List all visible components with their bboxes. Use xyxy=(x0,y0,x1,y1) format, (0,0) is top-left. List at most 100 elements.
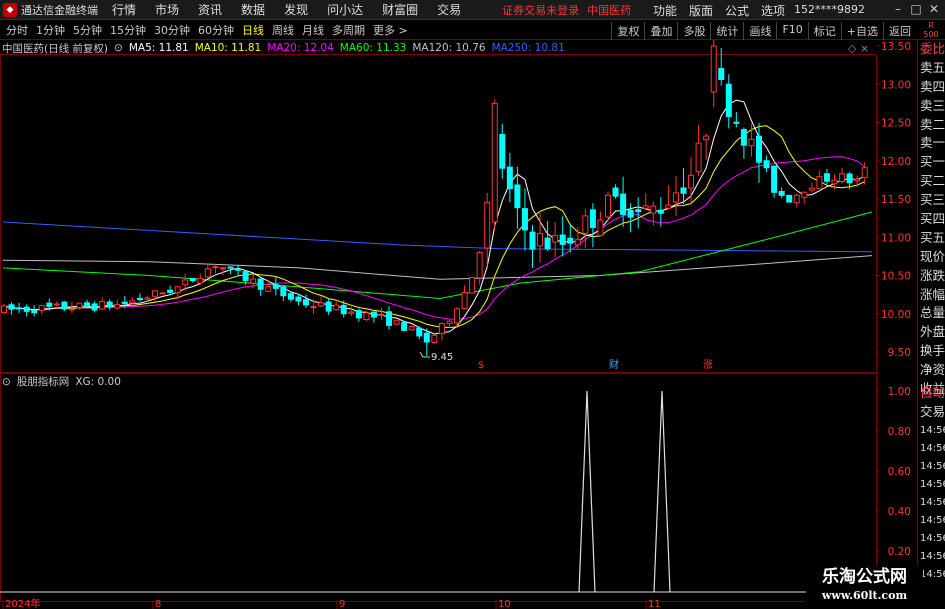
candle-body xyxy=(348,311,355,314)
tool-button[interactable]: 叠加 xyxy=(644,22,677,40)
user-account[interactable]: 152****9892 xyxy=(794,3,865,16)
sub-chart-header: ⊙ 股朋指标网 XG: 0.00 xyxy=(2,374,121,389)
candle-body xyxy=(597,219,604,237)
quote-field-label: 买四 xyxy=(920,211,945,227)
candle-body xyxy=(627,209,634,218)
quote-field-label: 涨幅 xyxy=(920,286,945,302)
candle-body xyxy=(786,194,793,203)
candle-body xyxy=(801,191,808,198)
candle-body xyxy=(650,205,657,214)
candle-body xyxy=(846,173,853,184)
quote-field-label: 买二 xyxy=(920,173,945,189)
tool-button[interactable]: +自选 xyxy=(840,22,883,40)
tool-button[interactable]: 统计 xyxy=(710,22,743,40)
indicator-value: XG: 0.00 xyxy=(75,375,121,388)
candle-body xyxy=(16,307,23,310)
menu-item-formula[interactable]: 公式 xyxy=(725,2,749,19)
candle-body xyxy=(552,235,559,243)
ma5-line xyxy=(3,99,865,335)
quote-field-label: 卖三 xyxy=(920,97,945,113)
x-date-label: 10 xyxy=(498,599,511,609)
candle-body xyxy=(386,311,393,326)
indicator-name[interactable]: 股朋指标网 xyxy=(17,374,70,389)
tool-button[interactable]: 返回 xyxy=(883,22,916,40)
auto-trade-label[interactable]: 自动 xyxy=(918,384,945,403)
candle-body xyxy=(725,83,732,117)
menu-item-news[interactable]: 资讯 xyxy=(198,1,222,18)
period-tab[interactable]: 30分钟 xyxy=(154,22,190,38)
candle-body xyxy=(340,304,347,315)
menu-item-data[interactable]: 数据 xyxy=(241,1,265,18)
low-marker xyxy=(419,351,430,358)
tool-button[interactable]: 标记 xyxy=(807,22,841,40)
period-tab[interactable]: 月线 xyxy=(302,22,324,38)
chart-close-icon[interactable]: ◇ × xyxy=(848,42,869,55)
candle-body xyxy=(31,309,38,314)
menu-item-options[interactable]: 选项 xyxy=(761,2,785,19)
candle-body xyxy=(461,292,468,310)
app-logo-icon: ◆ xyxy=(3,2,17,17)
candle-body xyxy=(861,167,868,178)
maximize-icon[interactable]: □ xyxy=(907,2,925,16)
menu-item-wealth[interactable]: 财富圈 xyxy=(382,1,418,18)
ma-toggle-icon[interactable]: ⊙ xyxy=(114,42,123,54)
tool-button[interactable]: 多股 xyxy=(677,22,710,40)
candle-body xyxy=(167,289,174,293)
candle-body xyxy=(295,296,302,302)
menu-item-ask[interactable]: 问小达 xyxy=(327,1,363,18)
period-tab[interactable]: 多周期 xyxy=(332,22,365,38)
candle-body xyxy=(582,215,589,234)
candle-body xyxy=(99,301,106,310)
xg-signal-spike xyxy=(578,390,596,593)
candle-body xyxy=(446,320,453,325)
candle-body xyxy=(61,301,68,310)
event-mark: 财 xyxy=(609,358,619,371)
period-tab-more[interactable]: 更多 > xyxy=(373,22,408,38)
candle-body xyxy=(68,308,75,311)
chart-area[interactable]: 13.889.45$财涨 13.5013.0012.5012.0011.5011… xyxy=(0,40,917,609)
candle-body xyxy=(287,293,294,300)
period-tab[interactable]: 60分钟 xyxy=(198,22,234,38)
menu-item-quotes[interactable]: 行情 xyxy=(112,1,136,18)
tool-button[interactable]: F10 xyxy=(776,22,807,40)
ma250-label: MA250: 10.81 xyxy=(491,42,565,54)
menu-item-discover[interactable]: 发现 xyxy=(284,1,308,18)
candle-body xyxy=(431,334,438,344)
app-title: 通达信金融终端 xyxy=(21,3,98,17)
candle-body xyxy=(831,179,838,185)
candle-body xyxy=(393,319,400,325)
period-tab[interactable]: 15分钟 xyxy=(110,22,146,38)
candle-body xyxy=(114,303,121,309)
period-tab[interactable]: 分时 xyxy=(6,22,28,38)
menu-item-layout[interactable]: 版面 xyxy=(689,2,713,19)
candle-body xyxy=(136,297,143,301)
candle-body xyxy=(152,290,158,297)
tool-button[interactable]: 画线 xyxy=(743,22,776,40)
ma20-label: MA20: 12.04 xyxy=(267,42,334,54)
candle-body xyxy=(144,297,151,300)
quote-field-label: 换手 xyxy=(920,343,945,359)
close-icon[interactable]: ✕ xyxy=(925,2,943,16)
menu-item-trade[interactable]: 交易 xyxy=(437,1,461,18)
period-tab[interactable]: 5分钟 xyxy=(73,22,102,38)
event-mark: 涨 xyxy=(703,359,713,371)
menu-item-function[interactable]: 功能 xyxy=(653,2,677,19)
menu-item-market[interactable]: 市场 xyxy=(155,1,179,18)
trade-login-warning[interactable]: 证券交易未登录 xyxy=(502,2,579,18)
quote-field-label: 涨跌 xyxy=(920,267,945,283)
tool-button[interactable]: 复权 xyxy=(611,22,644,40)
candle-body xyxy=(695,142,702,173)
minimize-icon[interactable]: – xyxy=(889,2,907,16)
period-tab[interactable]: 1分钟 xyxy=(36,22,65,38)
period-tab-daily[interactable]: 日线 xyxy=(242,22,264,38)
trade-label[interactable]: 交易 xyxy=(918,403,945,422)
ma10-label: MA10: 11.81 xyxy=(194,42,262,54)
period-tab[interactable]: 周线 xyxy=(272,22,294,38)
candle-body xyxy=(401,322,408,331)
ma120-line xyxy=(2,255,873,280)
indicator-toggle-icon[interactable]: ⊙ xyxy=(2,376,11,388)
quote-field-label: 买一 xyxy=(920,154,945,170)
y-tick-label: 13.00 xyxy=(881,79,911,91)
candle-body xyxy=(235,268,242,271)
main-chart-header: 中国医药(日线 前复权) ⊙ MA5: 11.81 MA10: 11.81 MA… xyxy=(2,41,571,55)
